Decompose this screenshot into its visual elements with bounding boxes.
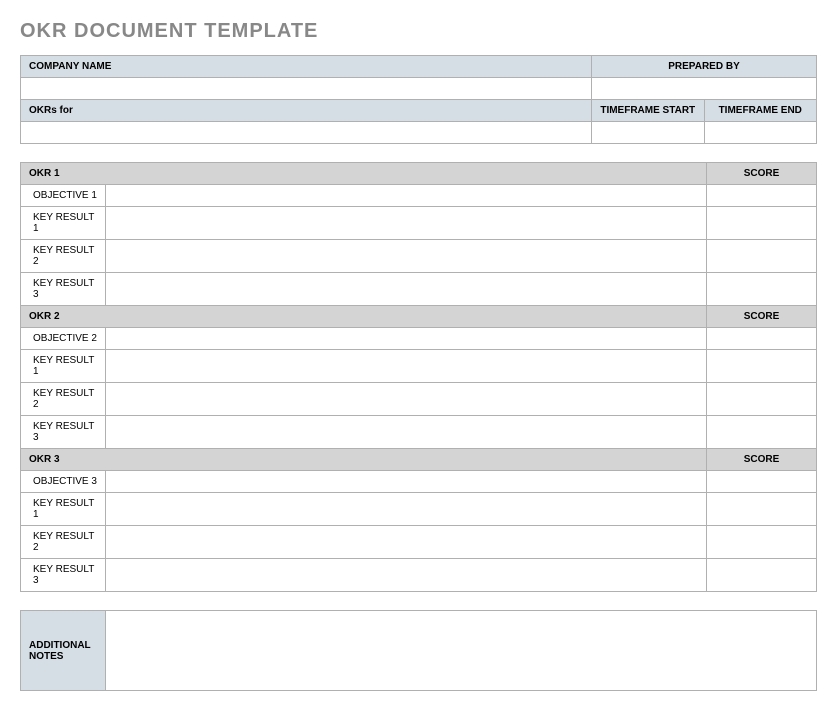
- okr1-kr2-score-input[interactable]: [707, 240, 817, 273]
- company-name-label: COMPANY NAME: [21, 56, 592, 78]
- okr1-kr2-input[interactable]: [106, 240, 707, 273]
- okr2-kr2-label: KEY RESULT 2: [21, 383, 106, 416]
- okr3-kr2-input[interactable]: [106, 526, 707, 559]
- okr3-objective-score-input[interactable]: [707, 471, 817, 493]
- okr3-score-label: SCORE: [707, 449, 817, 471]
- timeframe-end-input[interactable]: [704, 122, 817, 144]
- okr1-header: OKR 1: [21, 163, 707, 185]
- okr1-kr3-score-input[interactable]: [707, 273, 817, 306]
- company-info-table: COMPANY NAME PREPARED BY OKRs for TIMEFR…: [20, 55, 817, 144]
- additional-notes-input[interactable]: [106, 611, 817, 691]
- okr2-kr1-input[interactable]: [106, 350, 707, 383]
- okr3-kr2-label: KEY RESULT 2: [21, 526, 106, 559]
- okr3-kr2-score-input[interactable]: [707, 526, 817, 559]
- okr1-kr3-input[interactable]: [106, 273, 707, 306]
- okr1-kr1-input[interactable]: [106, 207, 707, 240]
- okr2-score-label: SCORE: [707, 306, 817, 328]
- okr2-objective-score-input[interactable]: [707, 328, 817, 350]
- okr2-objective-input[interactable]: [106, 328, 707, 350]
- okr1-objective-score-input[interactable]: [707, 185, 817, 207]
- okr3-header: OKR 3: [21, 449, 707, 471]
- company-name-input[interactable]: [21, 78, 592, 100]
- timeframe-start-input[interactable]: [592, 122, 705, 144]
- okr3-kr3-label: KEY RESULT 3: [21, 559, 106, 592]
- okr1-kr1-score-input[interactable]: [707, 207, 817, 240]
- okr3-objective-input[interactable]: [106, 471, 707, 493]
- okr1-objective-input[interactable]: [106, 185, 707, 207]
- timeframe-end-label: TIMEFRAME END: [704, 100, 817, 122]
- okr2-kr3-score-input[interactable]: [707, 416, 817, 449]
- okr2-kr1-score-input[interactable]: [707, 350, 817, 383]
- okr3-kr1-input[interactable]: [106, 493, 707, 526]
- okr2-header: OKR 2: [21, 306, 707, 328]
- okr3-objective-label: OBJECTIVE 3: [21, 471, 106, 493]
- prepared-by-input[interactable]: [592, 78, 817, 100]
- okr1-objective-label: OBJECTIVE 1: [21, 185, 106, 207]
- page-title: OKR DOCUMENT TEMPLATE: [20, 20, 817, 43]
- okr2-kr1-label: KEY RESULT 1: [21, 350, 106, 383]
- additional-notes-label: ADDITIONAL NOTES: [21, 611, 106, 691]
- notes-table: ADDITIONAL NOTES: [20, 610, 817, 691]
- okrs-for-input[interactable]: [21, 122, 592, 144]
- okr1-score-label: SCORE: [707, 163, 817, 185]
- okr2-kr3-label: KEY RESULT 3: [21, 416, 106, 449]
- timeframe-start-label: TIMEFRAME START: [592, 100, 705, 122]
- okr2-kr3-input[interactable]: [106, 416, 707, 449]
- okr3-kr3-score-input[interactable]: [707, 559, 817, 592]
- okr3-kr3-input[interactable]: [106, 559, 707, 592]
- okr2-kr2-input[interactable]: [106, 383, 707, 416]
- prepared-by-label: PREPARED BY: [592, 56, 817, 78]
- okr3-kr1-score-input[interactable]: [707, 493, 817, 526]
- okr2-kr2-score-input[interactable]: [707, 383, 817, 416]
- okrs-for-label: OKRs for: [21, 100, 592, 122]
- okr3-kr1-label: KEY RESULT 1: [21, 493, 106, 526]
- okr-table: OKR 1 SCORE OBJECTIVE 1 KEY RESULT 1 KEY…: [20, 162, 817, 592]
- okr1-kr2-label: KEY RESULT 2: [21, 240, 106, 273]
- okr2-objective-label: OBJECTIVE 2: [21, 328, 106, 350]
- okr1-kr3-label: KEY RESULT 3: [21, 273, 106, 306]
- okr1-kr1-label: KEY RESULT 1: [21, 207, 106, 240]
